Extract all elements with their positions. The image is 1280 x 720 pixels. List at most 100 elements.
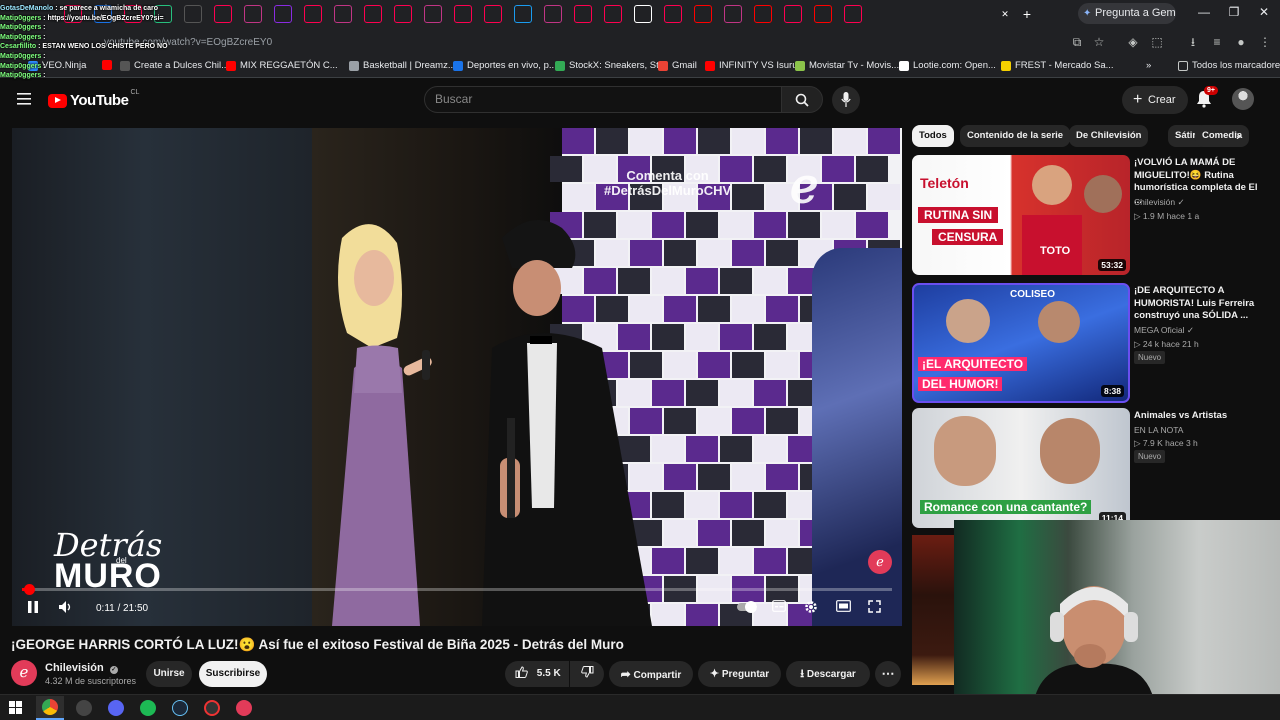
recommendation-1[interactable]: Teletón RUTINA SIN CENSURA TOTO 53:32 ¡V…	[912, 155, 1258, 275]
install-app-icon[interactable]: ⧉	[1070, 35, 1084, 49]
dislike-button[interactable]	[570, 661, 604, 687]
theater-mode-icon[interactable]	[836, 600, 851, 612]
fullscreen-icon[interactable]	[868, 600, 881, 613]
chrome-taskbar-item[interactable]	[36, 696, 64, 720]
bookmark-item[interactable]: StockX: Sneakers, St...	[555, 60, 667, 71]
filter-chip[interactable]: Comedia	[1195, 125, 1250, 147]
bookmark-item[interactable]: FREST - Mercado Sa...	[1001, 60, 1114, 71]
browser-tab-15[interactable]	[484, 5, 502, 23]
windows-start-icon[interactable]	[9, 701, 22, 714]
recommendation-3[interactable]: Romance con una cantante? 11:14 Animales…	[912, 408, 1257, 528]
browser-tab-22[interactable]	[694, 5, 712, 23]
more-actions-button[interactable]: ⋯	[875, 661, 901, 687]
browser-tab-12[interactable]	[394, 5, 412, 23]
volume-icon[interactable]	[58, 600, 74, 614]
bookmark-item[interactable]: Basketball | Dreamz...	[349, 60, 456, 71]
close-tab-icon[interactable]: ✕	[996, 5, 1014, 23]
recommendation-channel[interactable]: MEGA Oficial ✓	[1134, 325, 1194, 336]
recommendation-2[interactable]: COLISEO ¡EL ARQUITECTO DEL HUMOR! 8:38 ¡…	[912, 283, 1257, 403]
bookmark-item[interactable]: Gmail	[658, 60, 697, 71]
browser-tab-10[interactable]	[334, 5, 352, 23]
browser-tab-17[interactable]	[544, 5, 562, 23]
filter-chip[interactable]: Todos	[912, 125, 954, 147]
recommendation-title[interactable]: ¡DE ARQUITECTO A HUMORISTA! Luis Ferreir…	[1134, 285, 1260, 323]
bookmark-item[interactable]: Movistar Tv - Movis...	[795, 60, 899, 71]
browser-tab-23[interactable]	[724, 5, 742, 23]
bookmark-item[interactable]: Deportes en vivo, p...	[453, 60, 557, 71]
channel-avatar[interactable]: ℯ	[11, 660, 37, 686]
account-avatar[interactable]	[1232, 88, 1254, 110]
pause-icon[interactable]	[27, 600, 39, 614]
voice-search-button[interactable]	[832, 86, 860, 114]
browser-tab-5[interactable]	[184, 5, 202, 23]
recommendation-3-thumbnail[interactable]: Romance con una cantante? 11:14	[912, 408, 1130, 528]
youtube-logo[interactable]: YouTube CL	[48, 89, 139, 109]
search-input[interactable]: Buscar	[424, 86, 782, 113]
notifications-button[interactable]: 9+	[1196, 86, 1218, 113]
settings-gear-icon[interactable]	[804, 600, 818, 614]
bookmark-item[interactable]: Lootie.com: Open...	[899, 60, 996, 71]
browser-tab-27[interactable]	[844, 5, 862, 23]
filter-chip[interactable]: De Chilevisión	[1069, 125, 1149, 147]
app-icon-2[interactable]	[236, 700, 252, 716]
app-icon-1[interactable]	[76, 700, 92, 716]
new-tab-icon[interactable]: +	[1018, 5, 1036, 23]
video-progress-bar[interactable]	[22, 584, 892, 595]
download-icon[interactable]: ⭳	[1186, 35, 1200, 49]
recommendation-channel[interactable]: EN LA NOTA	[1134, 425, 1183, 435]
browser-tab-11[interactable]	[364, 5, 382, 23]
filter-chip[interactable]: Contenido de la serie	[960, 125, 1071, 147]
join-button[interactable]: Unirse	[146, 661, 192, 687]
bookmark-item[interactable]: MIX REGGAETÓN C...	[226, 60, 338, 71]
all-bookmarks-button[interactable]: Todos los marcadores	[1178, 60, 1280, 71]
share-button[interactable]: ➦ Compartir	[609, 661, 693, 687]
browser-tab-24[interactable]	[754, 5, 772, 23]
menu-icon[interactable]: ⋮	[1258, 35, 1272, 49]
profile-icon[interactable]: ●	[1234, 35, 1248, 49]
restore-icon[interactable]: ❐	[1220, 5, 1248, 23]
recommendation-1-thumbnail[interactable]: Teletón RUTINA SIN CENSURA TOTO 53:32	[912, 155, 1130, 275]
browser-tab-19[interactable]	[604, 5, 622, 23]
ask-button[interactable]: ✦ Preguntar	[698, 661, 781, 687]
gemini-button[interactable]: ✦ Pregunta a Gemini	[1078, 3, 1176, 24]
channel-name[interactable]: Chilevisión ✓	[45, 662, 118, 674]
close-window-icon[interactable]: ✕	[1250, 5, 1278, 23]
browser-tab-9[interactable]	[304, 5, 322, 23]
video-player[interactable]: Comenta con #DetrásDelMuroCHV ℯ Detrás d…	[12, 128, 902, 626]
create-button[interactable]: + Crear	[1122, 86, 1188, 114]
recommendation-2-thumbnail[interactable]: COLISEO ¡EL ARQUITECTO DEL HUMOR! 8:38	[912, 283, 1130, 403]
like-button[interactable]: 5.5 K	[505, 661, 569, 687]
download-button[interactable]: ⭳ Descargar	[786, 661, 870, 687]
autoplay-toggle-icon[interactable]	[736, 600, 758, 614]
steam-icon[interactable]	[172, 700, 188, 716]
media-icon[interactable]: ≡	[1210, 35, 1224, 49]
discord-icon[interactable]	[108, 700, 124, 716]
bookmarks-overflow[interactable]: »	[1146, 60, 1151, 71]
obs-icon[interactable]	[204, 700, 220, 716]
chips-next-arrow-icon[interactable]: ›	[1236, 127, 1241, 143]
browser-tab-7[interactable]	[244, 5, 262, 23]
hamburger-menu-icon[interactable]	[17, 93, 31, 105]
browser-tab-26[interactable]	[814, 5, 832, 23]
subscribe-button[interactable]: Suscribirse	[199, 661, 267, 687]
browser-tab-6[interactable]	[214, 5, 232, 23]
subtitles-icon[interactable]	[772, 600, 786, 612]
bookmark-item[interactable]: INFINITY VS Isurus	[705, 60, 802, 71]
partial-thumbnail-strip[interactable]	[912, 535, 954, 685]
browser-tab-16[interactable]	[514, 5, 532, 23]
browser-tab-14[interactable]	[454, 5, 472, 23]
extensions-icon[interactable]: ⬚	[1150, 35, 1164, 49]
recommendation-channel[interactable]: Chilevisión ✓	[1134, 197, 1185, 208]
recommendation-title[interactable]: Animales vs Artistas	[1134, 410, 1260, 423]
bookmark-star-icon[interactable]: ☆	[1092, 35, 1106, 49]
browser-tab-20[interactable]	[634, 5, 652, 23]
browser-tab-8[interactable]	[274, 5, 292, 23]
browser-tab-21[interactable]	[664, 5, 682, 23]
browser-tab-18[interactable]	[574, 5, 592, 23]
search-button[interactable]	[781, 86, 823, 113]
browser-tab-25[interactable]	[784, 5, 802, 23]
extension-shield-icon[interactable]: ◈	[1126, 35, 1140, 49]
browser-tab-13[interactable]	[424, 5, 442, 23]
minimize-icon[interactable]: —	[1190, 5, 1218, 23]
channel-corner-badge[interactable]: ℯ	[868, 550, 892, 574]
